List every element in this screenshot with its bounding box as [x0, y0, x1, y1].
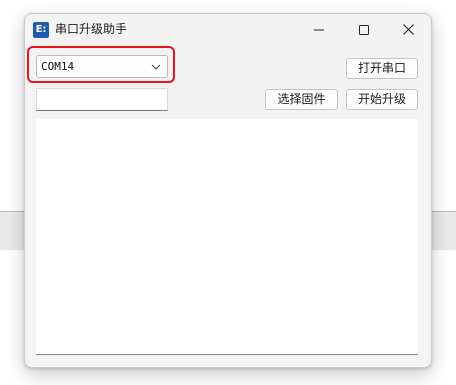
port-select[interactable]: COM14: [36, 55, 168, 78]
close-button[interactable]: [386, 14, 431, 45]
app-window: E: 串口升级助手 COM14 打开串口 选择固件 开始升级: [24, 13, 432, 368]
start-upgrade-button[interactable]: 开始升级: [346, 89, 418, 110]
maximize-icon: [358, 24, 369, 35]
window-title: 串口升级助手: [55, 22, 128, 36]
minimize-icon: [313, 29, 324, 30]
log-output[interactable]: [36, 119, 418, 355]
firmware-path-input[interactable]: [36, 88, 168, 111]
maximize-button[interactable]: [341, 14, 386, 45]
minimize-button[interactable]: [296, 14, 341, 45]
chevron-down-icon: [151, 64, 161, 70]
app-icon: E:: [33, 22, 49, 38]
port-select-value: COM14: [41, 60, 75, 73]
title-bar[interactable]: E: 串口升级助手: [25, 14, 431, 45]
select-firmware-button[interactable]: 选择固件: [265, 89, 338, 110]
open-port-button[interactable]: 打开串口: [346, 58, 418, 79]
close-icon: [403, 24, 414, 35]
